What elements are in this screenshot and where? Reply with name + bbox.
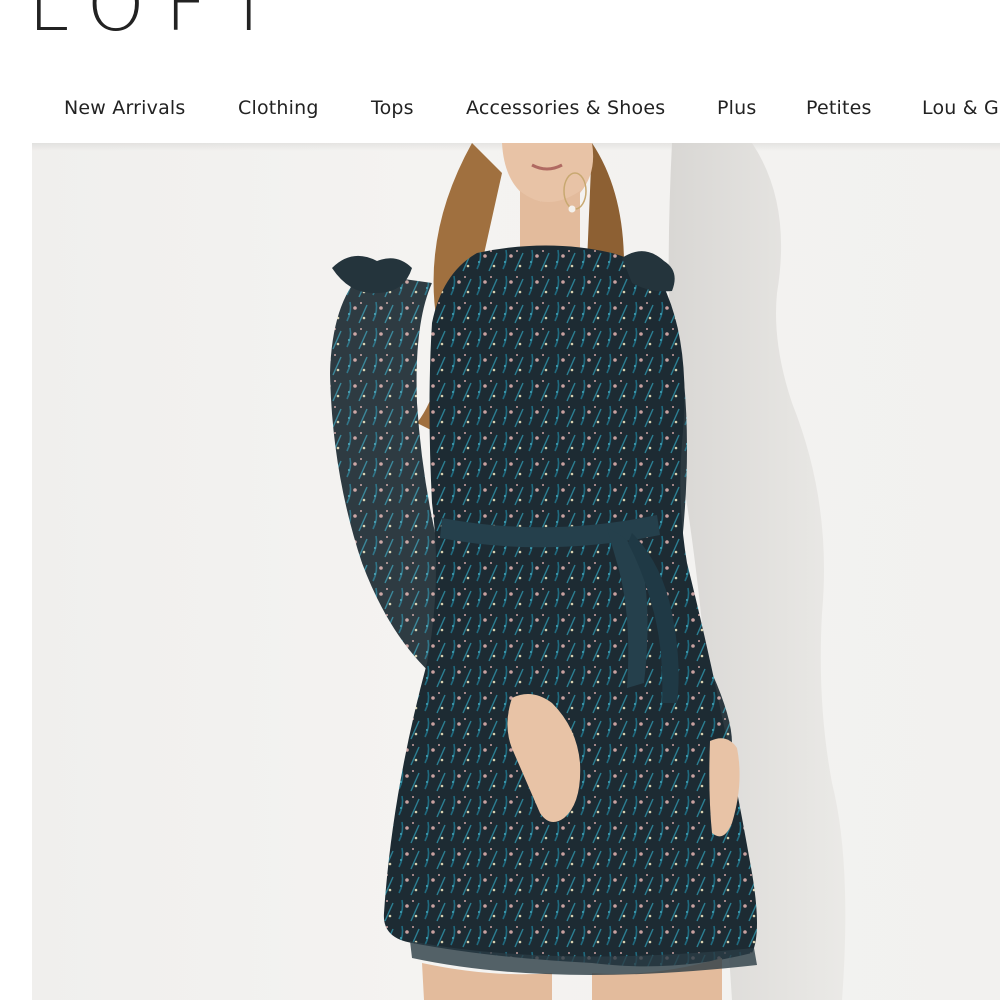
loft-logo[interactable]: LOFT <box>28 0 291 42</box>
nav-item-clothing[interactable]: Clothing <box>238 97 319 119</box>
main-navigation: New Arrivals Clothing Tops Accessories &… <box>0 86 1000 138</box>
nav-item-new-arrivals[interactable]: New Arrivals <box>64 97 186 119</box>
product-page: LOFT New Arrivals Clothing Tops Accessor… <box>0 0 1000 1000</box>
product-hero-image[interactable] <box>32 143 1000 1000</box>
nav-item-petites[interactable]: Petites <box>806 97 872 119</box>
site-header: LOFT <box>0 0 1000 62</box>
nav-item-tops[interactable]: Tops <box>371 97 414 119</box>
nav-item-lou-grey[interactable]: Lou & Grey <box>922 97 1000 119</box>
nav-item-plus[interactable]: Plus <box>717 97 756 119</box>
nav-item-accessories-shoes[interactable]: Accessories & Shoes <box>466 97 665 119</box>
model-illustration <box>330 143 846 1000</box>
